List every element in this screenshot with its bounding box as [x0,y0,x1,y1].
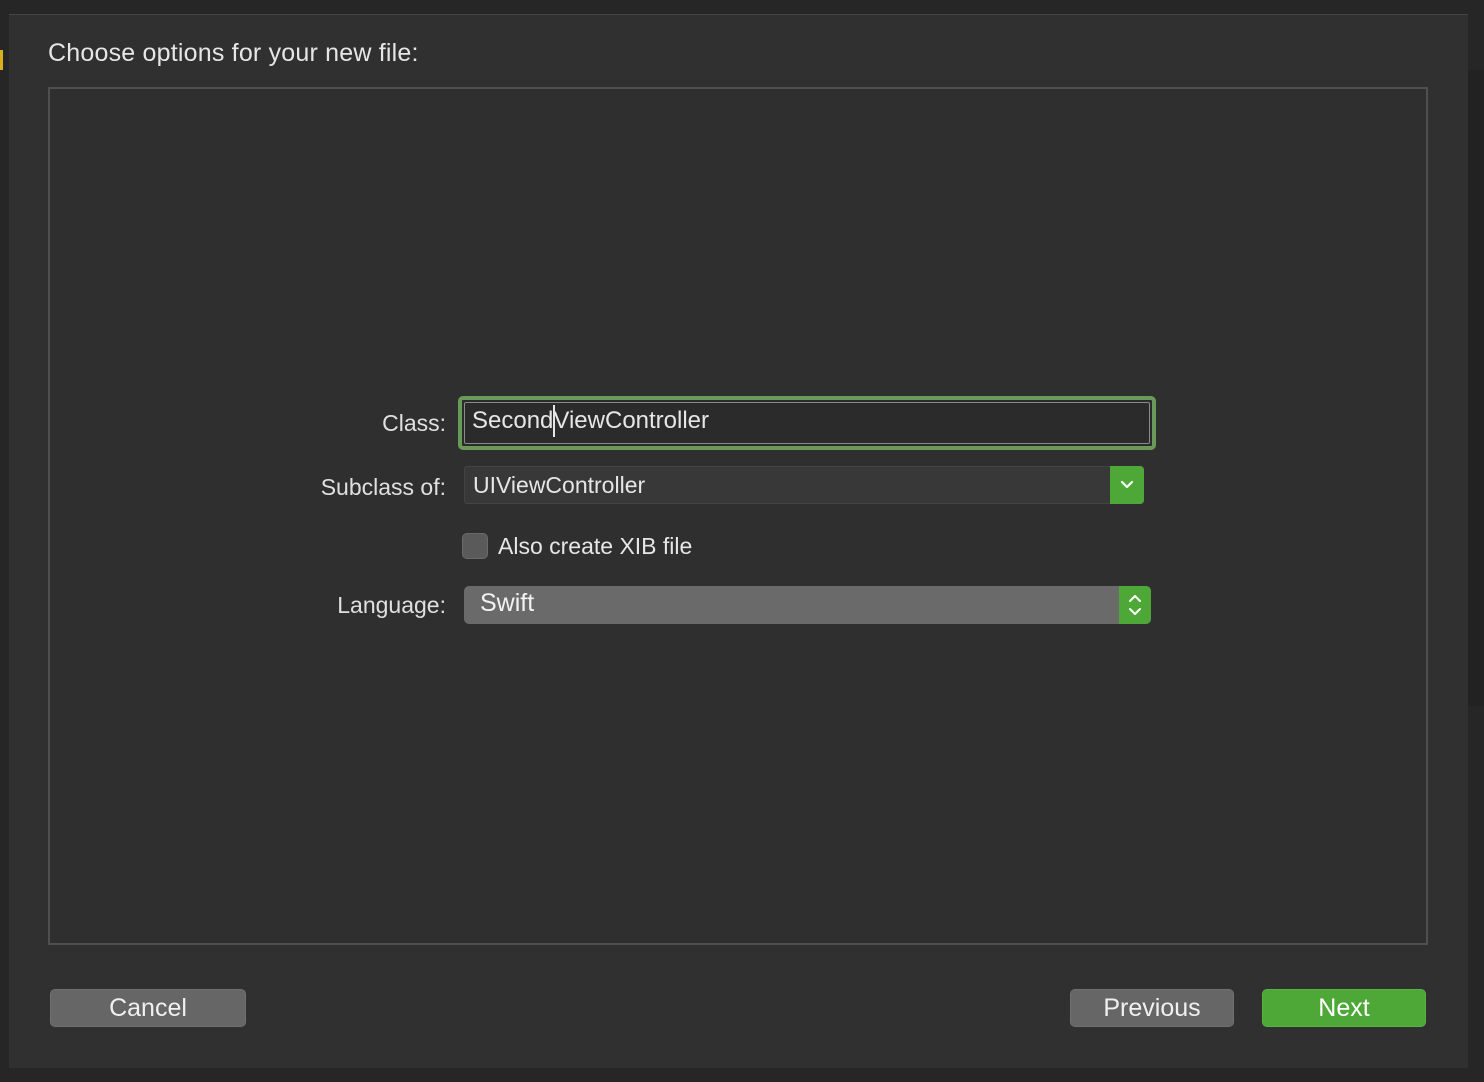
window-backdrop-right [1468,14,1484,1082]
language-label: Language: [337,592,446,618]
options-panel [48,87,1428,945]
subclass-combo-box[interactable]: UIViewController [464,466,1144,504]
xib-checkbox-label[interactable]: Also create XIB file [498,533,692,560]
editor-marker [0,50,3,70]
language-popup[interactable]: Swift [464,586,1151,624]
previous-button[interactable]: Previous [1070,989,1234,1027]
chevron-down-icon [1120,480,1134,489]
class-label: Class: [382,410,446,436]
next-button[interactable]: Next [1262,989,1426,1027]
backdrop-band [1468,70,1484,706]
window-backdrop-bottom [9,1068,1468,1082]
subclass-dropdown-button[interactable] [1110,466,1144,504]
subclass-value[interactable]: UIViewController [473,472,645,499]
cancel-button[interactable]: Cancel [50,989,246,1027]
class-name-field[interactable]: SecondViewController [458,396,1156,450]
xib-checkbox[interactable] [462,533,488,559]
language-value: Swift [480,589,535,617]
editor-gutter-backdrop [0,14,9,1082]
sheet-title: Choose options for your new file: [48,39,419,67]
text-cursor [553,405,556,437]
window-backdrop-top [0,0,1484,14]
subclass-label: Subclass of: [320,474,446,500]
new-file-options-sheet: Choose options for your new file: Class:… [9,14,1468,1068]
up-down-chevrons-icon [1129,595,1141,615]
class-name-value[interactable]: SecondViewController [472,407,709,435]
language-popup-arrows[interactable] [1119,586,1151,624]
